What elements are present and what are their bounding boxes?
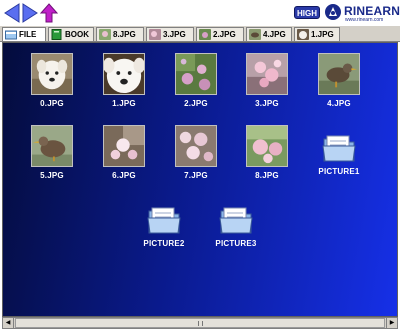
file-item[interactable]: 2.JPG [166, 53, 226, 108]
quality-toggle-button[interactable]: HIGH [294, 6, 320, 19]
flowers-thumbnail [175, 53, 217, 95]
file-name: 4.JPG [327, 99, 351, 108]
folder-name: PICTURE1 [318, 167, 360, 176]
file-name: 6.JPG [112, 171, 136, 180]
tab-label: 3.JPG [163, 30, 186, 39]
tab-8-jpg[interactable]: 8.JPG [96, 27, 144, 41]
tab-4-jpg[interactable]: 4.JPG [246, 27, 292, 41]
tab-label: FILE [19, 30, 37, 39]
folder-name: PICTURE2 [143, 239, 185, 248]
logo-text: RINEARN [344, 4, 400, 18]
horizontal-scrollbar[interactable]: ◀ ▶ [2, 317, 398, 329]
blossom-thumbnail [103, 125, 145, 167]
scrollbar-thumb[interactable] [15, 318, 385, 328]
bird-thumbnail [31, 125, 73, 167]
blossom-thumbnail [175, 125, 217, 167]
blossom-thumbnail [246, 125, 288, 167]
toolbar: HIGH RINEARN www.rinearn.com [0, 0, 400, 26]
folder-icon [5, 30, 17, 40]
scroll-left-icon[interactable]: ◀ [3, 318, 14, 328]
image-icon [149, 29, 161, 40]
file-item[interactable]: 8.JPG [237, 125, 297, 180]
file-item[interactable]: 3.JPG [237, 53, 297, 108]
file-browser: 0.JPG 1.JPG 2.JPG 3.JPG 4.JPG 5.JPG 6.JP… [2, 42, 398, 317]
file-item[interactable]: 7.JPG [166, 125, 226, 180]
bird-thumbnail [318, 53, 360, 95]
tab-3-jpg[interactable]: 3.JPG [146, 27, 194, 41]
book-icon [51, 29, 62, 40]
tab-book[interactable]: BOOK [48, 27, 94, 41]
tab-2-jpg[interactable]: 2.JPG [196, 27, 244, 41]
tab-1-jpg[interactable]: 1.JPG [294, 27, 340, 41]
folder-item[interactable]: PICTURE1 [309, 133, 369, 176]
folder-item[interactable]: PICTURE2 [134, 205, 194, 248]
logo-url: www.rinearn.com [345, 17, 384, 23]
folder-icon [147, 205, 181, 235]
tab-label: 2.JPG [213, 30, 236, 39]
image-icon [297, 29, 309, 40]
scroll-right-icon[interactable]: ▶ [386, 318, 397, 328]
forward-arrow-icon[interactable] [21, 3, 39, 23]
file-name: 7.JPG [184, 171, 208, 180]
grip-icon [198, 321, 203, 326]
tab-label: 8.JPG [113, 30, 136, 39]
file-name: 0.JPG [40, 99, 64, 108]
tab-label: BOOK [65, 30, 89, 39]
back-arrow-icon[interactable] [3, 3, 21, 23]
rinearn-logo: RINEARN www.rinearn.com [324, 3, 400, 23]
file-item[interactable]: 6.JPG [94, 125, 154, 180]
file-item[interactable]: 5.JPG [22, 125, 82, 180]
white-dog-thumbnail [31, 53, 73, 95]
logo-mark-icon [325, 4, 341, 20]
tab-file[interactable]: FILE [2, 27, 46, 41]
file-name: 8.JPG [255, 171, 279, 180]
up-arrow-icon[interactable] [40, 3, 58, 23]
image-icon [99, 29, 111, 40]
blossom-thumbnail [246, 53, 288, 95]
white-dog-thumbnail [103, 53, 145, 95]
file-name: 5.JPG [40, 171, 64, 180]
image-icon [249, 29, 261, 40]
file-name: 3.JPG [255, 99, 279, 108]
folder-item[interactable]: PICTURE3 [206, 205, 266, 248]
file-item[interactable]: 0.JPG [22, 53, 82, 108]
file-item[interactable]: 4.JPG [309, 53, 369, 108]
image-icon [199, 29, 211, 40]
tab-bar: FILE BOOK 8.JPG 3.JPG 2.JPG 4.JPG 1.JPG [0, 26, 400, 42]
tab-label: 4.JPG [263, 30, 286, 39]
file-name: 1.JPG [112, 99, 136, 108]
folder-icon [219, 205, 253, 235]
folder-icon [322, 133, 356, 163]
tab-label: 1.JPG [311, 30, 334, 39]
file-item[interactable]: 1.JPG [94, 53, 154, 108]
folder-name: PICTURE3 [215, 239, 257, 248]
file-name: 2.JPG [184, 99, 208, 108]
